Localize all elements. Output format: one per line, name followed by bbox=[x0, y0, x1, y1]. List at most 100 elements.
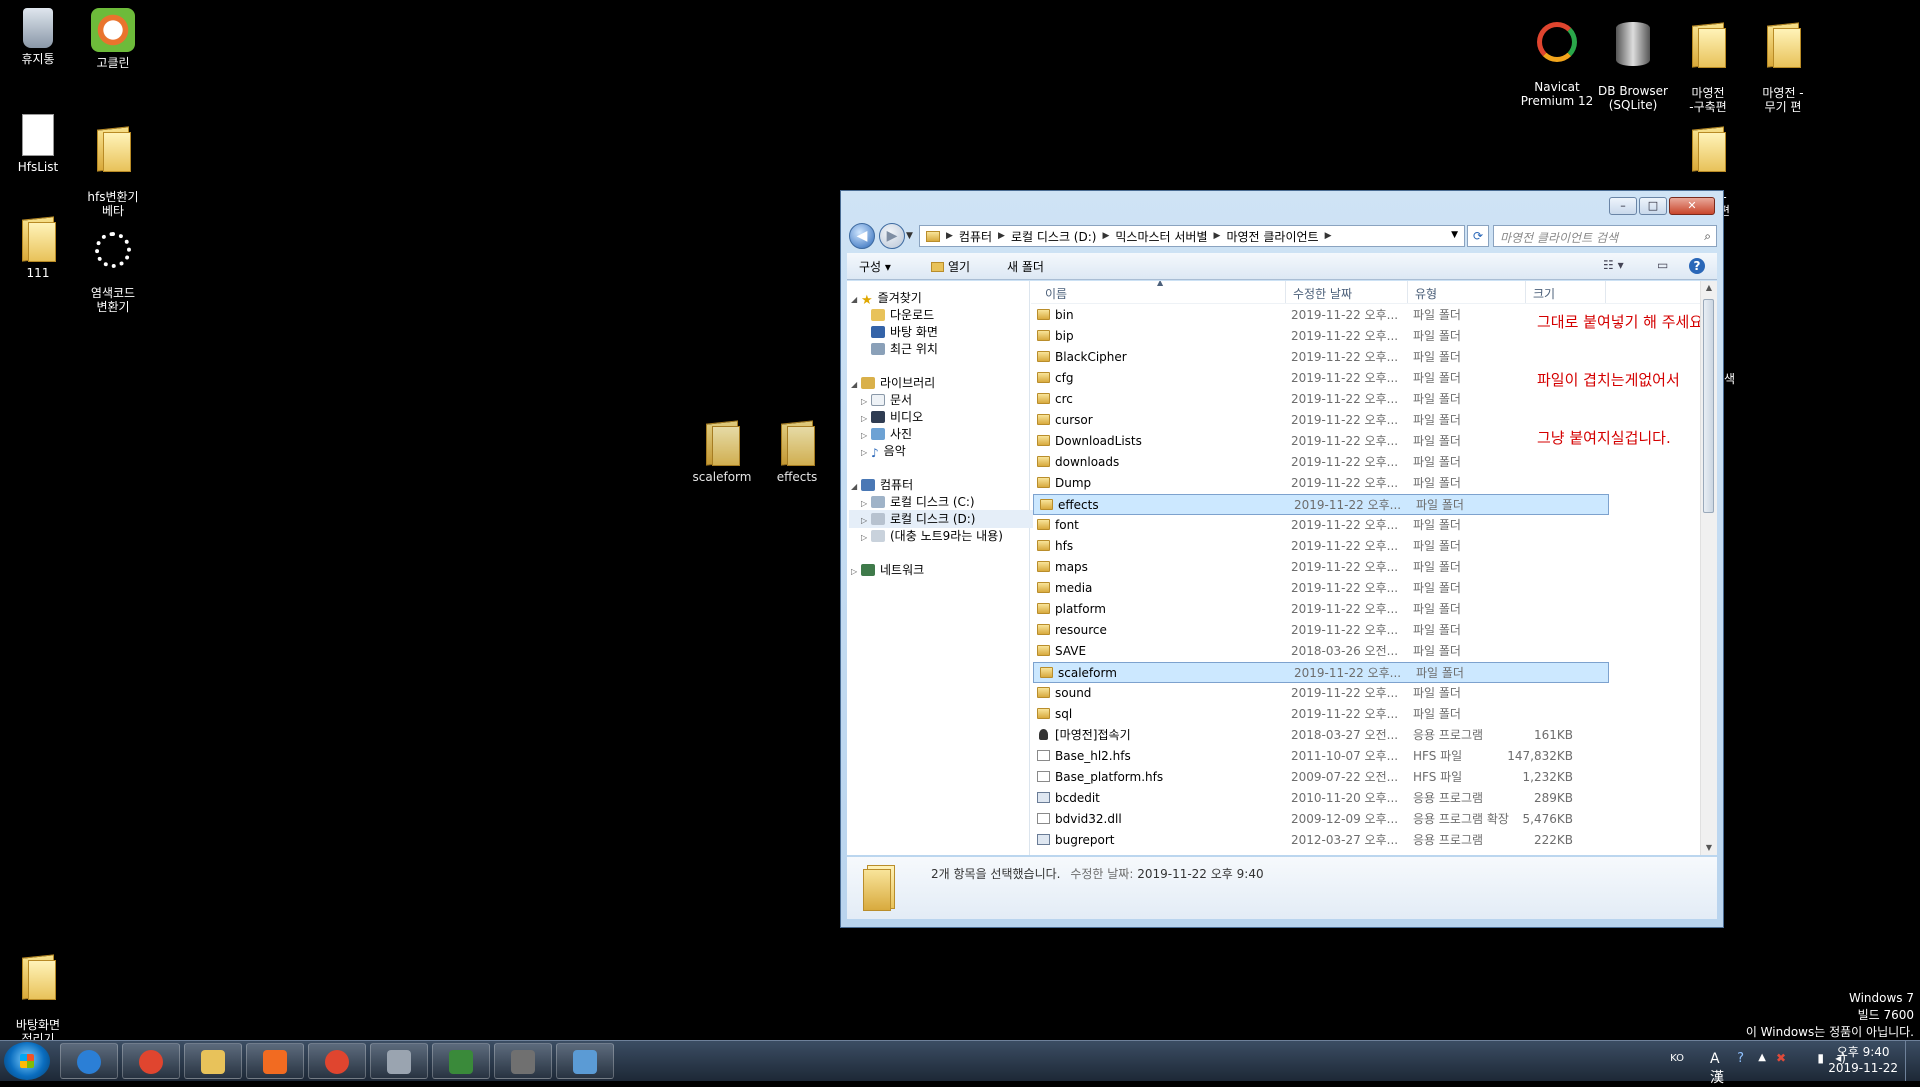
minimize-button[interactable]: – bbox=[1609, 197, 1637, 215]
maximize-button[interactable]: □ bbox=[1639, 197, 1667, 215]
open-button[interactable]: 열기 bbox=[931, 258, 970, 275]
vertical-scrollbar[interactable]: ▲ ▼ bbox=[1700, 281, 1717, 855]
breadcrumb-server[interactable]: 믹스마스터 서버별 bbox=[1115, 228, 1207, 245]
file-row[interactable]: BlackCipher 2019-11-22 오후... 파일 폴더 bbox=[1031, 347, 1609, 368]
clock[interactable]: 오후 9:40 2019-11-22 bbox=[1828, 1044, 1898, 1076]
nav-documents[interactable]: ▷ 문서 bbox=[861, 391, 912, 409]
desktop-icon-hfslist[interactable]: HfsList bbox=[0, 114, 78, 174]
file-row[interactable]: maps 2019-11-22 오후... 파일 폴더 bbox=[1031, 557, 1609, 578]
desktop-icon-hfs-converter[interactable]: hfs변환기 베타 bbox=[73, 112, 153, 232]
nav-drive-d[interactable]: ▷ 로컬 디스크 (D:) bbox=[849, 510, 1033, 528]
column-header-type[interactable]: 유형 bbox=[1415, 285, 1437, 302]
desktop-icon-mabinogi-build[interactable]: 마영전 -구축편 bbox=[1668, 8, 1748, 128]
desktop-icon-dye-converter[interactable]: 염색코드 변환기 bbox=[73, 218, 153, 328]
file-row[interactable]: bip 2019-11-22 오후... 파일 폴더 bbox=[1031, 326, 1609, 347]
nav-pictures[interactable]: ▷ 사진 bbox=[861, 425, 912, 443]
file-row[interactable]: bcdedit 2010-11-20 오후... 응용 프로그램 289KB bbox=[1031, 788, 1609, 809]
nav-network[interactable]: ▷ 네트워크 bbox=[851, 561, 924, 579]
help-icon[interactable]: ? bbox=[1689, 258, 1705, 274]
nav-favorites[interactable]: ◢ ★ 즐겨찾기 bbox=[851, 289, 922, 308]
column-divider[interactable] bbox=[1407, 281, 1408, 303]
file-row[interactable]: cfg 2019-11-22 오후... 파일 폴더 bbox=[1031, 368, 1609, 389]
column-divider[interactable] bbox=[1525, 281, 1526, 303]
taskbar-button-internet-explorer[interactable] bbox=[60, 1043, 118, 1079]
view-options-icon[interactable]: ☷ ▾ bbox=[1603, 258, 1624, 272]
file-row[interactable]: cursor 2019-11-22 오후... 파일 폴더 bbox=[1031, 410, 1609, 431]
file-row[interactable]: SAVE 2018-03-26 오전... 파일 폴더 bbox=[1031, 641, 1609, 662]
file-row[interactable]: resource 2019-11-22 오후... 파일 폴더 bbox=[1031, 620, 1609, 641]
show-desktop-button[interactable] bbox=[1905, 1041, 1920, 1081]
nav-videos[interactable]: ▷ 비디오 bbox=[861, 408, 923, 426]
file-row[interactable]: scaleform 2019-11-22 오후... 파일 폴더 bbox=[1033, 662, 1609, 683]
file-row[interactable]: media 2019-11-22 오후... 파일 폴더 bbox=[1031, 578, 1609, 599]
desktop-icon-111[interactable]: 111 bbox=[0, 216, 78, 280]
breadcrumb-client[interactable]: 마영전 클라이언트 bbox=[1226, 228, 1318, 245]
column-header-name[interactable]: 이름 bbox=[1045, 285, 1067, 302]
nav-drive-c[interactable]: ▷ 로컬 디스크 (C:) bbox=[861, 493, 975, 511]
desktop-icon-navicat[interactable]: Navicat Premium 12 bbox=[1517, 8, 1597, 122]
language-indicator[interactable]: KO bbox=[1670, 1053, 1684, 1064]
new-folder-button[interactable]: 새 폴더 bbox=[1007, 258, 1044, 275]
file-row[interactable]: hfs 2019-11-22 오후... 파일 폴더 bbox=[1031, 536, 1609, 557]
desktop-icon-recycle-bin[interactable]: 휴지통 bbox=[0, 8, 78, 66]
help-icon[interactable]: ? bbox=[1737, 1051, 1744, 1066]
scroll-up-arrow-icon[interactable]: ▲ bbox=[1701, 281, 1717, 295]
column-header-date[interactable]: 수정한 날짜 bbox=[1293, 285, 1352, 302]
organize-button[interactable]: 구성 ▾ bbox=[859, 258, 891, 275]
desktop-icon-goclean[interactable]: 고클린 bbox=[73, 8, 153, 70]
column-divider[interactable] bbox=[1285, 281, 1286, 303]
file-row[interactable]: font 2019-11-22 오후... 파일 폴더 bbox=[1031, 515, 1609, 536]
file-row[interactable]: bdvid32.dll 2009-12-09 오후... 응용 프로그램 확장 5,4… bbox=[1031, 809, 1609, 830]
recent-pages-dropdown[interactable]: ▼ bbox=[906, 231, 913, 241]
file-row[interactable]: Base_hl2.hfs 2011-10-07 오후... HFS 파일 147,83… bbox=[1031, 746, 1609, 767]
close-button[interactable]: ✕ bbox=[1669, 197, 1715, 215]
nav-recent[interactable]: 최근 위치 bbox=[871, 340, 938, 358]
taskbar-button-notepad[interactable] bbox=[432, 1043, 490, 1079]
file-row[interactable]: platform 2019-11-22 오후... 파일 폴더 bbox=[1031, 599, 1609, 620]
taskbar-button-gear[interactable] bbox=[370, 1043, 428, 1079]
tray-expand-icon[interactable]: ▲ bbox=[1758, 1052, 1766, 1063]
desktop-icon-db-browser[interactable]: DB Browser (SQLite) bbox=[1593, 8, 1673, 126]
nav-downloads[interactable]: 다운로드 bbox=[871, 306, 934, 324]
address-dropdown-icon[interactable]: ▼ bbox=[1451, 230, 1458, 240]
column-header-size[interactable]: 크기 bbox=[1533, 285, 1555, 302]
refresh-button[interactable]: ⟳ bbox=[1467, 225, 1489, 247]
file-row[interactable]: sql 2019-11-22 오후... 파일 폴더 bbox=[1031, 704, 1609, 725]
preview-pane-icon[interactable]: ▭ bbox=[1657, 258, 1668, 272]
nav-computer[interactable]: ◢ 컴퓨터 bbox=[851, 476, 913, 494]
nav-drive-other[interactable]: ▷ (대충 노트9라는 내용) bbox=[861, 527, 1003, 545]
column-divider[interactable] bbox=[1605, 281, 1606, 303]
ime-indicator[interactable]: A 漢 bbox=[1710, 1051, 1724, 1087]
action-center-icon[interactable]: ✖ bbox=[1776, 1051, 1786, 1065]
forward-button[interactable]: ▶ bbox=[879, 223, 905, 249]
nav-libraries[interactable]: ◢ 라이브러리 bbox=[851, 374, 935, 392]
file-row[interactable]: effects 2019-11-22 오후... 파일 폴더 bbox=[1033, 494, 1609, 515]
file-row[interactable]: Base_platform.hfs 2009-07-22 오전... HFS 파일 1… bbox=[1031, 767, 1609, 788]
dragged-folder-effects[interactable]: effects bbox=[757, 420, 837, 484]
search-input[interactable]: 마영전 클라이언트 검색 ⌕ bbox=[1493, 225, 1717, 247]
address-bar[interactable]: ▶ 컴퓨터 ▶ 로컬 디스크 (D:) ▶ 믹스마스터 서버별 ▶ 마영전 클라… bbox=[919, 225, 1465, 247]
taskbar-button-chrome[interactable] bbox=[122, 1043, 180, 1079]
network-icon[interactable]: ▮ bbox=[1817, 1051, 1824, 1065]
scrollbar-thumb[interactable] bbox=[1703, 299, 1714, 513]
breadcrumb-computer[interactable]: 컴퓨터 bbox=[959, 228, 992, 245]
desktop-icon-mabinogi-weapon[interactable]: 마영전 - 무기 편 bbox=[1743, 8, 1823, 128]
taskbar-button-xampp[interactable] bbox=[246, 1043, 304, 1079]
file-row[interactable]: crc 2019-11-22 오후... 파일 폴더 bbox=[1031, 389, 1609, 410]
file-row[interactable]: bugreport 2012-03-27 오후... 응용 프로그램 222KB bbox=[1031, 830, 1609, 851]
file-row[interactable]: bin 2019-11-22 오후... 파일 폴더 bbox=[1031, 305, 1609, 326]
nav-music[interactable]: ▷ ♪ 음악 bbox=[861, 442, 906, 460]
taskbar-button-explorer[interactable] bbox=[184, 1043, 242, 1079]
file-row[interactable]: sound 2019-11-22 오후... 파일 폴더 bbox=[1031, 683, 1609, 704]
taskbar-button-database[interactable] bbox=[494, 1043, 552, 1079]
breadcrumb-drive-d[interactable]: 로컬 디스크 (D:) bbox=[1011, 228, 1096, 245]
file-row[interactable]: DownloadLists 2019-11-22 오후... 파일 폴더 bbox=[1031, 431, 1609, 452]
file-row[interactable]: [마영전]접속기 2018-03-27 오전... 응용 프로그램 161KB bbox=[1031, 725, 1609, 746]
start-button[interactable] bbox=[4, 1042, 50, 1080]
nav-desktop[interactable]: 바탕 화면 bbox=[871, 323, 938, 341]
file-row[interactable]: downloads 2019-11-22 오후... 파일 폴더 bbox=[1031, 452, 1609, 473]
file-row[interactable]: Dump 2019-11-22 오후... 파일 폴더 bbox=[1031, 473, 1609, 494]
taskbar-button-paint[interactable] bbox=[556, 1043, 614, 1079]
taskbar-button-navicat[interactable] bbox=[308, 1043, 366, 1079]
scroll-down-arrow-icon[interactable]: ▼ bbox=[1701, 841, 1717, 855]
